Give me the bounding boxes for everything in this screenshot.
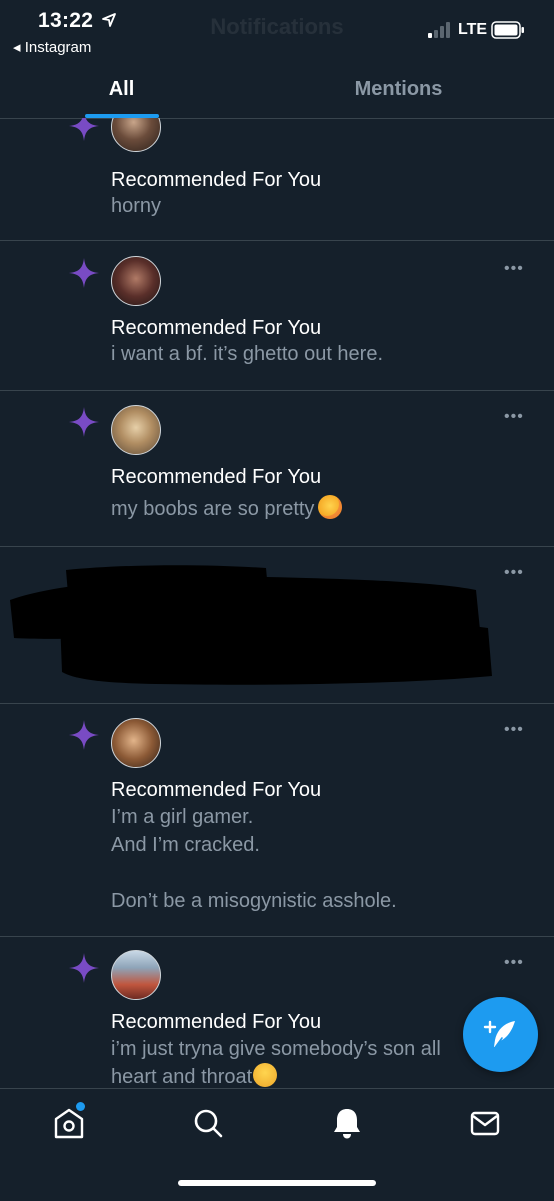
search-icon xyxy=(194,1109,223,1138)
nav-notifications-button[interactable] xyxy=(327,1103,367,1143)
nav-search-button[interactable] xyxy=(188,1103,228,1143)
network-type: LTE xyxy=(458,21,488,38)
nav-messages-button[interactable] xyxy=(465,1103,505,1143)
notification-item[interactable]: ••• Recommended For You horny xyxy=(0,118,554,241)
sparkle-icon xyxy=(69,118,99,141)
tab-mentions[interactable]: Mentions xyxy=(277,62,520,118)
notification-title: Recommended For You xyxy=(111,1011,322,1033)
smiling-face-with-hearts-emoji xyxy=(318,495,343,519)
back-to-instagram-link[interactable]: ◂ Instagram xyxy=(13,38,91,56)
signal-strength-icon xyxy=(428,22,450,38)
status-bar: Notifications 13:22 ◂ Instagram LTE xyxy=(0,0,554,62)
notification-text: i’m just tryna give somebody’s son all h… xyxy=(111,1038,441,1088)
sparkle-icon xyxy=(69,720,99,750)
avatar[interactable] xyxy=(111,718,161,768)
avatar[interactable] xyxy=(111,405,161,455)
sparkle-icon xyxy=(69,258,99,288)
more-options-button[interactable]: ••• xyxy=(504,722,524,738)
compose-tweet-button[interactable] xyxy=(463,997,538,1072)
more-options-button[interactable]: ••• xyxy=(504,565,524,581)
location-arrow-icon xyxy=(102,13,116,27)
status-time: 13:22 xyxy=(38,9,94,32)
notification-text: I’m a girl gamer. And I’m cracked. Don’t… xyxy=(111,806,397,912)
tab-all[interactable]: All xyxy=(0,62,243,118)
sparkle-icon xyxy=(69,407,99,437)
redaction-scribble xyxy=(10,565,492,685)
notification-text: horny xyxy=(111,195,162,217)
more-options-button[interactable]: ••• xyxy=(504,261,524,277)
bell-icon xyxy=(334,1109,360,1139)
notification-text: my boobs are so pretty xyxy=(111,495,343,523)
notification-title: Recommended For You xyxy=(111,169,322,191)
notification-text: i want a bf. it’s ghetto out here. xyxy=(111,343,384,365)
avatar[interactable] xyxy=(111,950,161,1000)
feather-plus-icon xyxy=(483,1020,515,1050)
notification-item[interactable]: ••• Recommended For You my boobs are so … xyxy=(0,390,554,547)
sparkle-icon xyxy=(69,953,99,983)
notification-tabs: All Mentions xyxy=(0,62,554,119)
home-indicator xyxy=(178,1180,376,1186)
more-options-button[interactable]: ••• xyxy=(504,955,524,971)
notification-item-redacted[interactable]: ••• xyxy=(0,546,554,704)
notification-title: Recommended For You xyxy=(111,466,322,488)
notification-title: Recommended For You xyxy=(111,317,322,339)
battery-icon xyxy=(491,21,524,39)
notification-item[interactable]: ••• Recommended For You i want a bf. it’… xyxy=(0,240,554,391)
notification-title: Recommended For You xyxy=(111,779,322,801)
notifications-feed[interactable]: ••• Recommended For You horny ••• Recomm… xyxy=(0,118,554,1088)
mail-icon xyxy=(470,1111,500,1136)
avatar[interactable] xyxy=(111,256,161,306)
face-with-hand-over-mouth-emoji xyxy=(253,1063,278,1087)
new-content-dot xyxy=(76,1102,85,1111)
more-options-button[interactable]: ••• xyxy=(504,409,524,425)
notification-item[interactable]: ••• Recommended For You I’m a girl gamer… xyxy=(0,703,554,937)
nav-home-button[interactable] xyxy=(49,1102,89,1143)
avatar[interactable] xyxy=(111,118,161,152)
